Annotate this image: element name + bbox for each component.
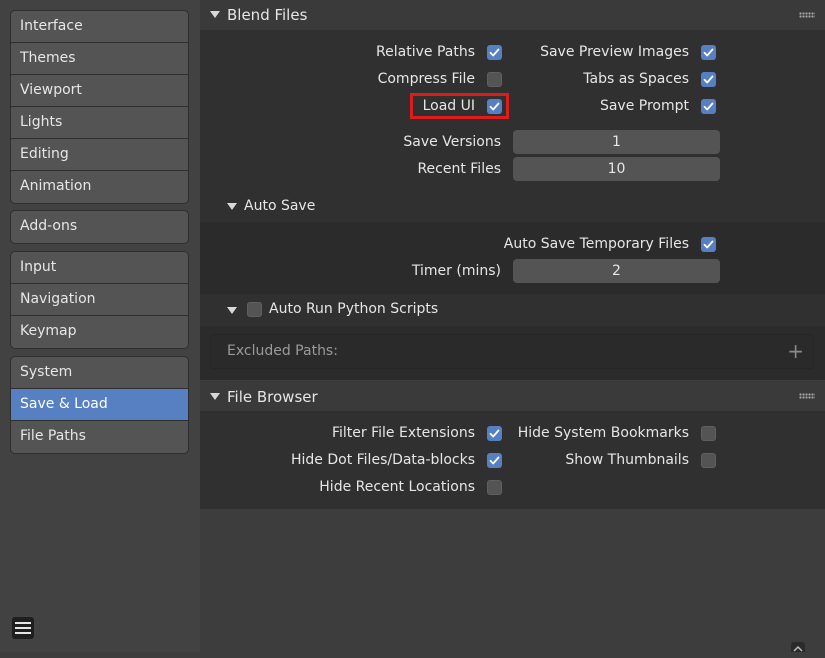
- sidebar-item-animation[interactable]: Animation: [11, 171, 188, 203]
- auto-save-panel: Auto Save Temporary Files Timer (mins) 2: [200, 222, 825, 294]
- sidebar-item-file-paths[interactable]: File Paths: [11, 421, 188, 453]
- sidebar-item-editing[interactable]: Editing: [11, 139, 188, 171]
- drag-grip-icon[interactable]: [799, 393, 815, 399]
- tabs-as-spaces-checkbox[interactable]: [701, 72, 716, 87]
- hide-system-bookmarks-label: Hide System Bookmarks: [517, 425, 689, 441]
- timer-label: Timer (mins): [411, 263, 501, 279]
- save-prompt-label: Save Prompt: [599, 98, 689, 114]
- sidebar-item-save-load[interactable]: Save & Load: [11, 389, 188, 421]
- hide-dot-files-checkbox[interactable]: [487, 453, 502, 468]
- show-thumbnails-checkbox[interactable]: [701, 453, 716, 468]
- sidebar-item-viewport[interactable]: Viewport: [11, 75, 188, 107]
- sidebar-item-keymap[interactable]: Keymap: [11, 316, 188, 348]
- preferences-main: Blend Files Relative Paths Compress File…: [200, 0, 825, 652]
- excluded-paths-list[interactable]: Excluded Paths: +: [210, 334, 814, 369]
- save-versions-field[interactable]: 1: [513, 130, 720, 154]
- preferences-sidebar: Interface Themes Viewport Lights Editing…: [0, 0, 200, 652]
- scroll-up-icon[interactable]: [791, 642, 805, 652]
- auto-run-header[interactable]: Auto Run Python Scripts: [200, 294, 825, 326]
- tabs-as-spaces-label: Tabs as Spaces: [583, 71, 689, 87]
- sidebar-item-navigation[interactable]: Navigation: [11, 284, 188, 316]
- collapse-triangle-icon: [227, 307, 237, 314]
- save-preview-images-label: Save Preview Images: [540, 44, 689, 60]
- excluded-paths-label: Excluded Paths:: [227, 343, 338, 359]
- compress-file-checkbox[interactable]: [487, 72, 502, 87]
- file-browser-header[interactable]: File Browser: [200, 381, 825, 411]
- sidebar-item-themes[interactable]: Themes: [11, 43, 188, 75]
- drag-grip-icon[interactable]: [799, 12, 815, 18]
- blend-files-header[interactable]: Blend Files: [200, 0, 825, 30]
- collapse-triangle-icon: [227, 203, 237, 210]
- auto-run-checkbox[interactable]: [247, 302, 262, 317]
- sidebar-item-interface[interactable]: Interface: [11, 11, 188, 43]
- panel-title: File Browser: [227, 388, 318, 406]
- auto-run-title: Auto Run Python Scripts: [269, 301, 439, 317]
- add-path-icon[interactable]: +: [787, 339, 804, 363]
- hide-dot-files-label: Hide Dot Files/Data-blocks: [290, 452, 475, 468]
- hide-system-bookmarks-checkbox[interactable]: [701, 426, 716, 441]
- collapse-triangle-icon: [210, 393, 220, 400]
- sidebar-item-system[interactable]: System: [11, 357, 188, 389]
- timer-field[interactable]: 2: [513, 259, 720, 283]
- auto-run-panel: Excluded Paths: +: [200, 326, 825, 380]
- filter-file-extensions-label: Filter File Extensions: [331, 425, 475, 441]
- nav-group-addons: Add-ons: [10, 210, 189, 244]
- show-thumbnails-label: Show Thumbnails: [565, 452, 689, 468]
- blend-files-panel: Relative Paths Compress File Load UI Sav…: [200, 30, 825, 190]
- nav-group-input: Input Navigation Keymap: [10, 251, 189, 349]
- recent-files-field[interactable]: 10: [513, 157, 720, 181]
- auto-save-header[interactable]: Auto Save: [200, 190, 825, 222]
- sidebar-item-addons[interactable]: Add-ons: [11, 211, 188, 243]
- hide-recent-locations-checkbox[interactable]: [487, 480, 502, 495]
- panel-title: Blend Files: [227, 6, 308, 24]
- hamburger-menu-icon[interactable]: [11, 616, 35, 640]
- auto-save-title: Auto Save: [244, 198, 316, 214]
- file-browser-panel: Filter File Extensions Hide Dot Files/Da…: [200, 411, 825, 509]
- auto-save-temp-files-label: Auto Save Temporary Files: [503, 236, 689, 252]
- compress-file-label: Compress File: [377, 71, 475, 87]
- save-prompt-checkbox[interactable]: [701, 99, 716, 114]
- relative-paths-checkbox[interactable]: [487, 45, 502, 60]
- recent-files-label: Recent Files: [417, 161, 501, 177]
- nav-group-system: System Save & Load File Paths: [10, 356, 189, 454]
- collapse-triangle-icon: [210, 11, 220, 18]
- sidebar-item-lights[interactable]: Lights: [11, 107, 188, 139]
- load-ui-checkbox[interactable]: [487, 99, 502, 114]
- load-ui-label: Load UI: [422, 98, 475, 114]
- relative-paths-label: Relative Paths: [376, 44, 475, 60]
- sidebar-item-input[interactable]: Input: [11, 252, 188, 284]
- auto-save-temp-files-checkbox[interactable]: [701, 237, 716, 252]
- filter-file-extensions-checkbox[interactable]: [487, 426, 502, 441]
- save-versions-label: Save Versions: [403, 134, 501, 150]
- save-preview-images-checkbox[interactable]: [701, 45, 716, 60]
- nav-group-general: Interface Themes Viewport Lights Editing…: [10, 10, 189, 204]
- hide-recent-locations-label: Hide Recent Locations: [319, 479, 475, 495]
